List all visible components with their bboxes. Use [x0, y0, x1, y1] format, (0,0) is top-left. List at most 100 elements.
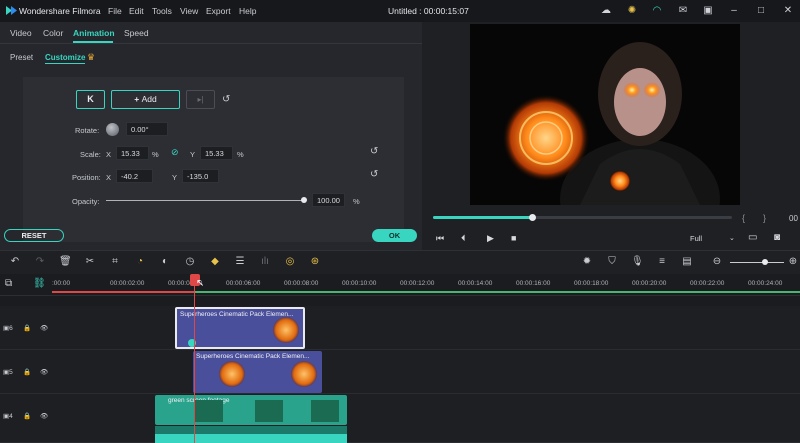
motion-track-icon[interactable]: ◎: [284, 256, 296, 268]
mark-out-icon[interactable]: }: [763, 213, 766, 223]
tab-video[interactable]: Video: [10, 28, 32, 38]
menu-tools[interactable]: Tools: [152, 6, 172, 16]
lock-icon[interactable]: 🔒: [23, 324, 31, 332]
speed-icon[interactable]: ◔: [134, 256, 146, 268]
clip-label: Superheroes Cinematic Pack Elemen...: [196, 353, 310, 360]
clip-thumbnail: [195, 400, 223, 422]
menu-export[interactable]: Export: [206, 6, 231, 16]
menu-file[interactable]: File: [108, 6, 122, 16]
position-y-label: Y: [172, 173, 178, 182]
audio-wave-icon[interactable]: ılı: [259, 256, 271, 268]
rotate-dial[interactable]: [106, 123, 119, 136]
prev-keyframe-button[interactable]: K: [76, 90, 105, 109]
document-title: Untitled : 00:00:15:07: [388, 6, 469, 16]
subtab-customize[interactable]: Customize: [45, 53, 85, 62]
next-keyframe-button[interactable]: ▸|: [186, 90, 215, 109]
opacity-field[interactable]: 100.00: [312, 193, 345, 207]
rotate-field[interactable]: 0.00°: [126, 122, 168, 136]
reset-button[interactable]: RESET: [4, 229, 64, 242]
microphone-icon[interactable]: 🎙: [631, 256, 644, 268]
snap-link-icon[interactable]: ⛓: [33, 278, 46, 289]
tab-divider: [0, 43, 422, 44]
cloud-icon[interactable]: ☁: [600, 5, 612, 17]
save-icon[interactable]: ▣: [702, 5, 714, 17]
zoom-slider-track[interactable]: [730, 262, 784, 263]
track-6-header: ▣6: [3, 324, 13, 332]
add-track-icon[interactable]: ⧉: [5, 278, 12, 289]
ruler-tick-label: 00:00:20:00: [632, 280, 667, 287]
crown-icon: ♛: [87, 52, 96, 62]
undo-icon[interactable]: ↶: [9, 256, 21, 268]
redo-icon[interactable]: ↷: [34, 256, 46, 268]
crop-icon[interactable]: ⌗: [109, 256, 121, 268]
link-icon[interactable]: ⊘: [171, 147, 179, 158]
app-name: Wondershare Filmora: [19, 6, 101, 16]
menu-help[interactable]: Help: [239, 6, 256, 16]
zoom-out-icon[interactable]: ⊖: [711, 256, 723, 268]
playback-progress-handle[interactable]: [528, 214, 536, 221]
tab-color[interactable]: Color: [43, 28, 63, 38]
zoom-in-icon[interactable]: ⊕: [787, 256, 799, 268]
menu-edit[interactable]: Edit: [129, 6, 144, 16]
headset-icon[interactable]: ◠: [651, 5, 663, 17]
scale-reset-icon[interactable]: ↺: [370, 146, 378, 157]
subtitle-icon[interactable]: ▤: [681, 256, 693, 268]
clip-thumbnail: [219, 361, 245, 387]
subtab-preset[interactable]: Preset: [10, 53, 33, 62]
quality-select[interactable]: Full: [690, 234, 702, 243]
clip-audio-waveform: [155, 426, 347, 434]
adjust-icon[interactable]: ☰: [234, 256, 246, 268]
stop-icon[interactable]: ■: [511, 233, 516, 243]
position-y-field[interactable]: -135.0: [182, 169, 219, 183]
opacity-slider-track[interactable]: [106, 200, 304, 201]
scale-y-field[interactable]: 15.33: [200, 146, 233, 160]
scale-x-field[interactable]: 15.33: [116, 146, 149, 160]
lock-icon[interactable]: 🔒: [23, 368, 31, 376]
ruler-tick-label: 00:00:14:00: [458, 280, 493, 287]
play-icon[interactable]: ▶: [487, 233, 494, 244]
timer-icon[interactable]: ◷: [184, 256, 196, 268]
voiceover-icon[interactable]: ≡: [656, 256, 668, 268]
mark-in-icon[interactable]: {: [742, 213, 745, 223]
keyframe-icon[interactable]: ◆: [209, 256, 221, 268]
position-reset-icon[interactable]: ↺: [370, 169, 378, 180]
minimize-icon[interactable]: –: [728, 5, 740, 17]
eye-icon[interactable]: 👁: [40, 412, 48, 420]
marker-icon[interactable]: ⛉: [606, 256, 618, 268]
subtab-indicator: [45, 63, 85, 64]
delete-icon[interactable]: 🗑: [59, 256, 72, 268]
eye-icon[interactable]: 👁: [40, 324, 48, 332]
menu-view[interactable]: View: [180, 6, 198, 16]
mail-icon[interactable]: ✉: [677, 5, 689, 17]
quality-chevron-icon[interactable]: ⌄: [729, 234, 735, 242]
eye-icon[interactable]: 👁: [40, 368, 48, 376]
render-icon[interactable]: ✹: [581, 256, 593, 268]
ok-button[interactable]: OK: [372, 229, 417, 242]
add-keyframe-button[interactable]: + Add: [111, 90, 180, 109]
clip-thumbnail: [255, 400, 283, 422]
track-5-header: ▣5: [3, 368, 13, 376]
clip-green-screen[interactable]: green screen footage: [155, 395, 347, 425]
previous-frame-icon[interactable]: ⏮: [436, 233, 444, 244]
position-x-field[interactable]: -40.2: [116, 169, 153, 183]
stabilize-icon[interactable]: ⊛: [309, 256, 321, 268]
snapshot-icon[interactable]: ◙: [774, 232, 780, 243]
display-icon[interactable]: ▭: [748, 232, 757, 243]
zoom-slider-handle[interactable]: [762, 259, 768, 265]
color-icon[interactable]: ◐: [159, 256, 171, 268]
play-reverse-icon[interactable]: ⏴: [461, 233, 466, 244]
opacity-slider-handle[interactable]: [301, 197, 307, 203]
reset-keyframe-icon[interactable]: ↺: [222, 94, 230, 105]
title-bar: Wondershare Filmora File Edit Tools View…: [0, 0, 800, 22]
lock-icon[interactable]: 🔒: [23, 412, 31, 420]
playback-progress-track[interactable]: [433, 216, 732, 219]
tab-speed[interactable]: Speed: [124, 28, 149, 38]
clip-superheroes-2[interactable]: Superheroes Cinematic Pack Elemen...: [193, 351, 322, 393]
close-icon[interactable]: ✕: [782, 5, 794, 17]
split-icon[interactable]: ✂: [84, 256, 96, 268]
tab-animation[interactable]: Animation: [73, 28, 115, 38]
maximize-icon[interactable]: □: [755, 5, 767, 17]
video-frame-image: [470, 24, 740, 205]
ruler-tick-label: 00:00:16:00: [516, 280, 551, 287]
bulb-icon[interactable]: ✺: [626, 5, 638, 17]
